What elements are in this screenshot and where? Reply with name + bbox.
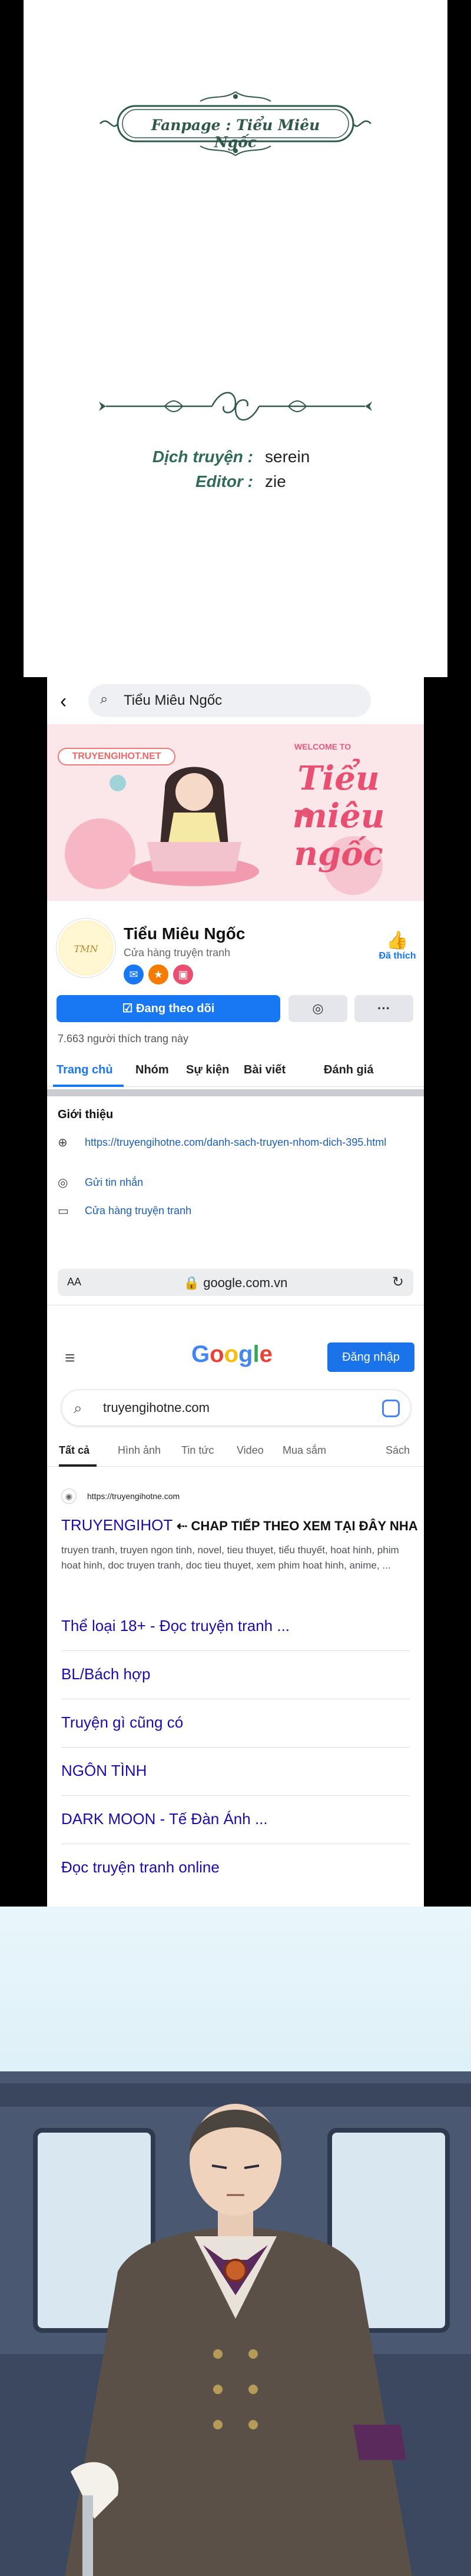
phone-screenshot: ‹ ⌕ Tiểu Miêu Ngốc TRUYENGIHOT.NET WELCO… (47, 677, 424, 1907)
back-arrow-icon[interactable]: ‹ (60, 690, 67, 713)
lock-icon: 🔒 (183, 1275, 200, 1290)
google-tabs: Tất cả Hình ảnh Tin tức Video Mua sắm Sá… (47, 1440, 424, 1467)
sitelink-item[interactable]: Đọc truyện tranh online (61, 1844, 410, 1892)
cover-photo: TRUYENGIHOT.NET WELCOME TO Tiểu miêu ngố… (47, 724, 424, 901)
result-snippet: truyen tranh, truyen ngon tinh, novel, t… (61, 1544, 399, 1571)
editor-name: zie (265, 472, 286, 490)
intro-title: Giới thiệu (58, 1108, 114, 1121)
sitelink-text[interactable]: NGÔN TÌNH (61, 1762, 147, 1780)
shop-badge-icon[interactable]: ▣ (173, 964, 193, 984)
credits-panel: Fanpage : Tiểu Miêu Ngốc Dịch truyện : s… (24, 0, 447, 677)
star-badge-icon[interactable]: ★ (148, 964, 168, 984)
send-message-link[interactable]: Gửi tin nhắn (85, 1175, 403, 1189)
google-search-box[interactable]: ⌕ truyengihotne.com (61, 1390, 411, 1426)
tab-home[interactable]: Trang chủ (57, 1063, 113, 1077)
liked-button[interactable]: 👍 Đã thích (377, 930, 418, 962)
following-label: Đang theo dõi (136, 1002, 215, 1015)
sitelink-item[interactable]: NGÔN TÌNH (61, 1748, 410, 1796)
sitelink-item[interactable]: Truyện gì cũng có (61, 1699, 410, 1748)
google-lens-icon[interactable] (382, 1400, 400, 1417)
search-icon: ⌕ (100, 691, 108, 707)
browser-url-bar[interactable]: AA 🔒 google.com.vn ↻ (58, 1269, 413, 1296)
sitelink-item[interactable]: BL/Bách hợp (61, 1651, 410, 1699)
sitelink-item[interactable]: Thể loại 18+ - Đọc truyện tranh ... (61, 1603, 410, 1651)
gtab-all[interactable]: Tất cả (59, 1444, 89, 1457)
sitelink-text[interactable]: Đọc truyện tranh online (61, 1858, 220, 1877)
likes-count: 7.663 người thích trang này (58, 1033, 188, 1045)
liked-label: Đã thích (379, 951, 416, 961)
google-logo[interactable]: Google (191, 1341, 273, 1368)
fb-search-bar[interactable]: ⌕ Tiểu Miêu Ngốc (88, 684, 371, 717)
result-callout: ⇠ CHAP TIẾP THEO XEM TẠI ĐÂY NHA (177, 1519, 418, 1533)
search-icon: ⌕ (74, 1399, 82, 1417)
gtab-shopping[interactable]: Mua sắm (283, 1444, 326, 1457)
messenger-badge-icon[interactable]: ✉ (124, 964, 144, 984)
fb-tabs: Trang chủ Nhóm Sự kiện Bài viết Đánh giá (47, 1054, 424, 1087)
messenger-icon: ◎ (58, 1176, 68, 1189)
messenger-button[interactable]: ◎ (288, 995, 347, 1022)
result-title-text[interactable]: TRUYENGIHOT (61, 1516, 173, 1534)
google-search-input[interactable]: truyengihotne.com (103, 1400, 210, 1415)
gtab-video[interactable]: Video (237, 1444, 264, 1457)
google-logo-letter: G (191, 1341, 210, 1367)
shop-icon: ▭ (58, 1205, 69, 1218)
login-button[interactable]: Đăng nhập (327, 1342, 414, 1372)
url-domain-text: google.com.vn (203, 1275, 288, 1290)
gtab-images[interactable]: Hình ảnh (118, 1444, 161, 1457)
reload-icon[interactable]: ↻ (392, 1274, 404, 1291)
tab-reviews[interactable]: Đánh giá (324, 1063, 373, 1077)
result-title[interactable]: TRUYENGIHOT ⇠ CHAP TIẾP THEO XEM TẠI ĐÂY… (61, 1516, 418, 1534)
messenger-icon: ◎ (312, 1001, 324, 1016)
gtab-books[interactable]: Sách (386, 1444, 410, 1457)
comic-panel (0, 1907, 471, 2576)
page-name: Tiểu Miêu Ngốc (124, 924, 246, 943)
sitelink-text[interactable]: DARK MOON - Tế Đàn Ánh ... (61, 1810, 268, 1828)
google-logo-letter: e (259, 1341, 273, 1367)
result-url[interactable]: https://truyengihotne.com (87, 1491, 180, 1501)
more-button[interactable]: ··· (354, 995, 413, 1022)
hamburger-menu-icon[interactable]: ≡ (65, 1348, 75, 1368)
intro-website-link[interactable]: https://truyengihotne.com/danh-sach-truy… (85, 1135, 403, 1149)
globe-icon: ⊕ (58, 1136, 68, 1149)
google-logo-letter: o (210, 1341, 224, 1367)
editor-label: Editor : (195, 472, 253, 490)
url-domain: 🔒 google.com.vn (58, 1275, 413, 1291)
sitelink-text[interactable]: Truyện gì cũng có (61, 1713, 183, 1732)
translator-name: serein (265, 447, 310, 466)
page: Fanpage : Tiểu Miêu Ngốc Dịch truyện : s… (0, 0, 471, 2576)
fb-search-text: Tiểu Miêu Ngốc (124, 692, 223, 708)
thumbs-up-icon: 👍 (386, 931, 409, 950)
comic-illustration (0, 2071, 471, 2576)
active-gtab-underline (59, 1464, 97, 1467)
cover-welcome: WELCOME TO (294, 742, 351, 751)
google-logo-letter: l (253, 1341, 260, 1367)
fb-top-bar: ‹ ⌕ Tiểu Miêu Ngốc (47, 677, 424, 724)
svg-text:TMN: TMN (74, 943, 98, 954)
cover-script-title: Tiểu miêu ngốc (292, 759, 385, 873)
page-badges: ✉ ★ ▣ (124, 964, 198, 984)
following-button[interactable]: ☑ Đang theo dõi (57, 995, 280, 1022)
tab-events[interactable]: Sự kiện (186, 1063, 229, 1077)
shop-link[interactable]: Cửa hàng truyện tranh (85, 1204, 403, 1218)
google-logo-letter: g (238, 1341, 253, 1367)
sitelink-text[interactable]: BL/Bách hợp (61, 1665, 150, 1683)
fanpage-banner-text: Fanpage : Tiểu Miêu Ngốc (151, 117, 320, 151)
page-avatar[interactable]: TMN (57, 919, 115, 977)
page-category: Cửa hàng truyện tranh (124, 947, 231, 959)
gtab-news[interactable]: Tin tức (181, 1444, 214, 1457)
tab-posts[interactable]: Bài viết (244, 1063, 286, 1077)
section-separator (47, 1089, 424, 1096)
ornamental-divider (99, 392, 372, 421)
active-tab-underline (53, 1085, 124, 1087)
sitelink-item[interactable]: DARK MOON - Tế Đàn Ánh ... (61, 1796, 410, 1844)
tab-groups[interactable]: Nhóm (135, 1063, 169, 1077)
sitelink-text[interactable]: Thể loại 18+ - Đọc truyện tranh ... (61, 1617, 290, 1635)
google-logo-letter: o (224, 1341, 238, 1367)
result-favicon-icon: ◉ (61, 1488, 77, 1504)
translator-label: Dịch truyện : (152, 447, 253, 466)
cover-site-tag: TRUYENGIHOT.NET (58, 748, 175, 765)
spacer (47, 1231, 424, 1248)
more-label: ··· (377, 1001, 390, 1016)
